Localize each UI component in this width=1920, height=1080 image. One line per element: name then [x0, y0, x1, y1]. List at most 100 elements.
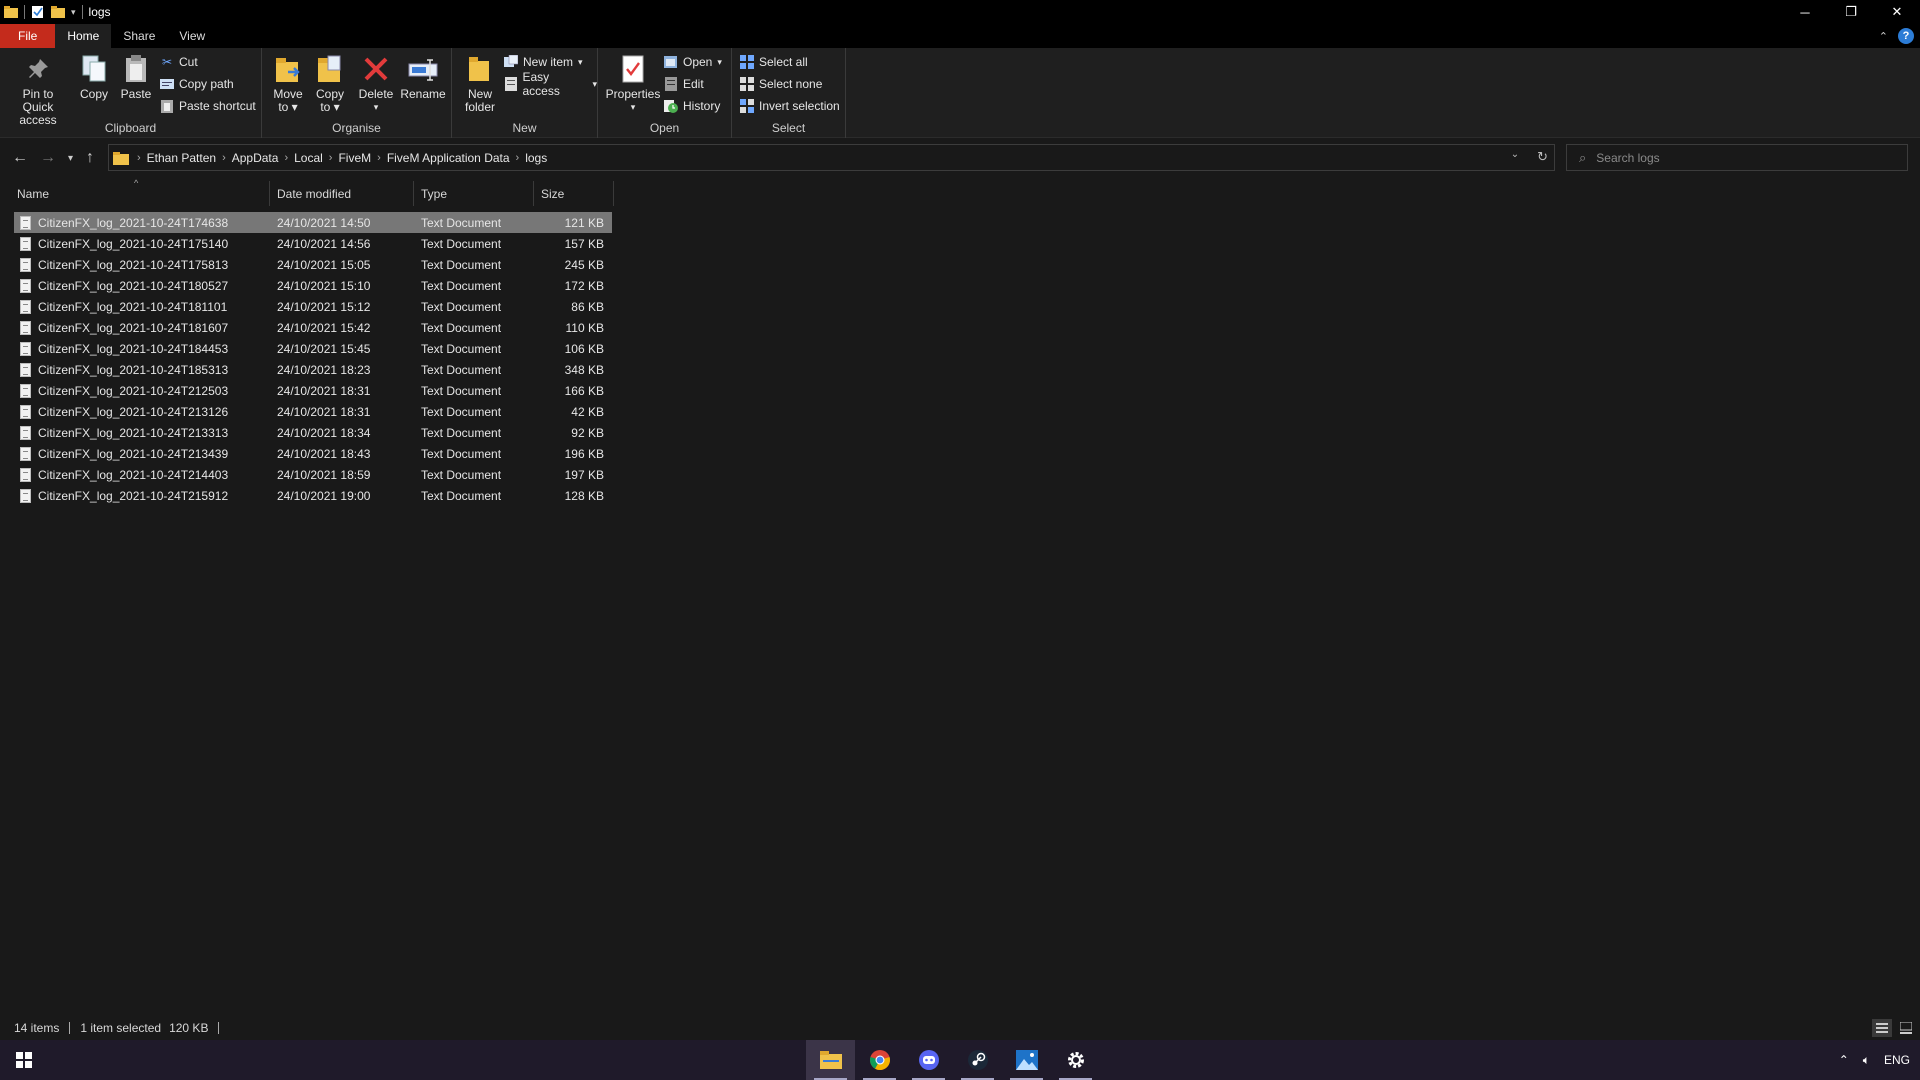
minimize-button[interactable]: ─	[1782, 0, 1828, 24]
file-row[interactable]: CitizenFX_log_2021-10-24T213439 24/10/202…	[14, 443, 612, 464]
file-name-cell: CitizenFX_log_2021-10-24T180527	[14, 278, 270, 293]
forward-arrow-icon[interactable]: →	[40, 149, 56, 167]
open-button[interactable]: Open ▾	[664, 52, 722, 72]
new-folder-icon[interactable]	[51, 5, 65, 19]
text-document-icon	[20, 299, 31, 314]
back-arrow-icon[interactable]: ←	[12, 149, 28, 167]
taskbar-chrome[interactable]	[855, 1040, 904, 1080]
properties-button[interactable]: Properties ▾	[604, 52, 662, 114]
status-bar: 14 items 1 item selected 120 KB	[0, 1016, 1920, 1040]
file-name: CitizenFX_log_2021-10-24T214403	[38, 467, 229, 482]
rename-button[interactable]: Rename	[400, 52, 446, 101]
input-language[interactable]: ENG	[1884, 1053, 1910, 1067]
close-button[interactable]: ✕	[1874, 0, 1920, 24]
file-row[interactable]: CitizenFX_log_2021-10-24T213313 24/10/202…	[14, 422, 612, 443]
tab-home[interactable]: Home	[55, 24, 112, 48]
easy-access-button[interactable]: Easy access ▾	[504, 70, 597, 98]
file-row[interactable]: CitizenFX_log_2021-10-24T181607 24/10/202…	[14, 317, 612, 338]
up-arrow-icon[interactable]: ↑	[86, 149, 94, 167]
file-row[interactable]: CitizenFX_log_2021-10-24T175813 24/10/202…	[14, 254, 612, 275]
customize-qa-chevron-icon[interactable]: ▾	[71, 7, 76, 18]
file-type: Text Document	[421, 341, 502, 356]
address-bar[interactable]: › Ethan Patten › AppData › Local › FiveM…	[108, 144, 1555, 171]
breadcrumb-fivem[interactable]: FiveM	[332, 151, 377, 165]
move-to-button[interactable]: Move to ▾	[270, 52, 306, 114]
discord-icon	[918, 1050, 939, 1070]
details-view-icon[interactable]	[1872, 1019, 1892, 1037]
taskbar-steam[interactable]	[953, 1040, 1002, 1080]
file-row[interactable]: CitizenFX_log_2021-10-24T180527 24/10/202…	[14, 275, 612, 296]
copy-icon	[82, 55, 106, 82]
file-row[interactable]: CitizenFX_log_2021-10-24T184453 24/10/202…	[14, 338, 612, 359]
show-hidden-icons-chevron-icon[interactable]: ⌃	[1839, 1053, 1849, 1067]
address-history-chevron-icon[interactable]: ⌄	[1511, 149, 1519, 165]
file-size: 106 KB	[564, 341, 604, 356]
start-button[interactable]	[0, 1040, 48, 1080]
column-header-date-modified[interactable]: Date modified	[270, 181, 414, 206]
breadcrumb-logs[interactable]: logs	[519, 151, 553, 165]
file-row[interactable]: CitizenFX_log_2021-10-24T213126 24/10/202…	[14, 401, 612, 422]
file-size: 92 KB	[571, 425, 604, 440]
paste-button[interactable]: Paste	[118, 52, 154, 101]
text-document-icon	[20, 425, 31, 440]
tab-file[interactable]: File	[0, 24, 56, 48]
breadcrumb-ethan-patten[interactable]: Ethan Patten	[141, 151, 222, 165]
history-icon	[664, 99, 678, 113]
item-count: 14 items	[14, 1021, 60, 1035]
file-date-modified: 24/10/2021 18:31	[277, 383, 371, 398]
new-folder-button[interactable]: New folder	[460, 52, 500, 114]
file-name-cell: CitizenFX_log_2021-10-24T185313	[14, 362, 270, 377]
help-icon[interactable]: ?	[1898, 28, 1914, 44]
invert-selection-button[interactable]: Invert selection	[740, 96, 840, 116]
file-row[interactable]: CitizenFX_log_2021-10-24T212503 24/10/202…	[14, 380, 612, 401]
column-header-name[interactable]: Name	[14, 181, 270, 206]
select-all-button[interactable]: Select all	[740, 52, 808, 72]
file-name: CitizenFX_log_2021-10-24T181101	[38, 299, 228, 314]
copy-button[interactable]: Copy	[76, 52, 112, 101]
taskbar-file-explorer[interactable]	[806, 1040, 855, 1080]
cut-button[interactable]: ✂ Cut	[160, 52, 198, 72]
refresh-icon[interactable]: ↻	[1537, 149, 1548, 165]
file-row[interactable]: CitizenFX_log_2021-10-24T175140 24/10/202…	[14, 233, 612, 254]
photos-icon	[1015, 1050, 1038, 1070]
delete-button[interactable]: Delete ▾	[358, 52, 394, 114]
pin-to-quick-access-button[interactable]: Pin to Quick access	[6, 52, 70, 127]
paste-shortcut-button[interactable]: Paste shortcut	[160, 96, 256, 116]
organise-group: Move to ▾ Copy to ▾ Delete ▾ Rename Orga…	[262, 48, 452, 138]
collapse-ribbon-icon[interactable]: ⌃	[1879, 30, 1888, 43]
taskbar-discord[interactable]	[904, 1040, 953, 1080]
search-box[interactable]: ⌕ Search logs	[1566, 144, 1908, 171]
group-label-organise: Organise	[332, 121, 381, 135]
taskbar-settings[interactable]	[1051, 1040, 1100, 1080]
recent-locations-chevron-icon[interactable]: ▾	[68, 153, 73, 164]
column-header-size[interactable]: Size	[534, 181, 614, 206]
tab-view[interactable]: View	[167, 24, 217, 48]
search-input[interactable]: Search logs	[1596, 151, 1659, 165]
file-row[interactable]: CitizenFX_log_2021-10-24T185313 24/10/202…	[14, 359, 612, 380]
file-row[interactable]: CitizenFX_log_2021-10-24T214403 24/10/202…	[14, 464, 612, 485]
select-none-button[interactable]: Select none	[740, 74, 822, 94]
copy-path-button[interactable]: Copy path	[160, 74, 234, 94]
new-item-button[interactable]: New item ▾	[504, 52, 583, 72]
breadcrumb-fivem-application-data[interactable]: FiveM Application Data	[381, 151, 516, 165]
history-button[interactable]: History	[664, 96, 720, 116]
edit-button[interactable]: Edit	[664, 74, 704, 94]
properties-icon[interactable]	[31, 5, 45, 19]
file-size: 196 KB	[564, 446, 604, 461]
breadcrumb-appdata[interactable]: AppData	[226, 151, 285, 165]
large-icons-view-icon[interactable]	[1896, 1019, 1916, 1037]
text-document-icon	[20, 467, 31, 482]
ribbon: Pin to Quick access Copy Paste ✂ Cut Cop…	[0, 48, 1920, 138]
file-name: CitizenFX_log_2021-10-24T213126	[38, 404, 229, 419]
file-row[interactable]: CitizenFX_log_2021-10-24T215912 24/10/202…	[14, 485, 612, 506]
taskbar-photos[interactable]	[1002, 1040, 1051, 1080]
file-row[interactable]: CitizenFX_log_2021-10-24T174638 24/10/202…	[14, 212, 612, 233]
tab-share[interactable]: Share	[111, 24, 167, 48]
file-row[interactable]: CitizenFX_log_2021-10-24T181101 24/10/202…	[14, 296, 612, 317]
volume-icon[interactable]: 🔈︎	[1863, 1053, 1870, 1068]
divider	[218, 1022, 220, 1034]
copy-to-button[interactable]: Copy to ▾	[312, 52, 348, 114]
column-header-type[interactable]: Type	[414, 181, 534, 206]
breadcrumb-local[interactable]: Local	[288, 151, 329, 165]
restore-button[interactable]: ❐	[1828, 0, 1874, 24]
